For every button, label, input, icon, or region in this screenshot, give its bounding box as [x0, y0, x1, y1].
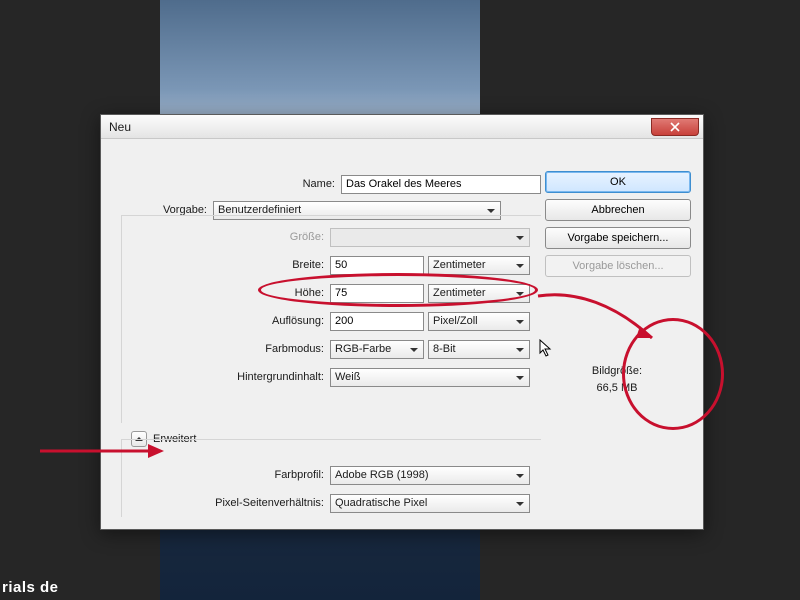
name-input[interactable]: [341, 175, 541, 194]
width-unit-select[interactable]: Zentimeter: [428, 256, 530, 275]
cursor-icon: [539, 339, 553, 362]
colormode-value: RGB-Farbe: [335, 343, 391, 355]
resolution-input[interactable]: [330, 312, 424, 331]
image-size-label: Bildgröße:: [567, 363, 667, 380]
image-size-value: 66,5 MB: [567, 380, 667, 397]
delete-preset-button: Vorgabe löschen...: [545, 255, 691, 277]
profile-value: Adobe RGB (1998): [335, 469, 429, 481]
background-select[interactable]: Weiß: [330, 368, 530, 387]
name-label: Name:: [113, 178, 341, 190]
background-label: Hintergrundinhalt:: [122, 371, 330, 383]
aspect-value: Quadratische Pixel: [335, 497, 427, 509]
colormode-select[interactable]: RGB-Farbe: [330, 340, 424, 359]
size-select: [330, 228, 530, 247]
aspect-select[interactable]: Quadratische Pixel: [330, 494, 530, 513]
height-unit-select[interactable]: Zentimeter: [428, 284, 530, 303]
new-document-dialog: Neu Name: Vorgabe: Benutzerdefiniert OK …: [100, 114, 704, 530]
dialog-title: Neu: [109, 120, 131, 134]
profile-select[interactable]: Adobe RGB (1998): [330, 466, 530, 485]
watermark-text: rials de: [2, 579, 59, 596]
colordepth-select[interactable]: 8-Bit: [428, 340, 530, 359]
width-input[interactable]: [330, 256, 424, 275]
background-value: Weiß: [335, 371, 360, 383]
height-label: Höhe:: [122, 287, 330, 299]
titlebar[interactable]: Neu: [101, 115, 703, 139]
width-label: Breite:: [122, 259, 330, 271]
size-label: Größe:: [122, 231, 330, 243]
aspect-label: Pixel-Seitenverhältnis:: [122, 497, 330, 509]
close-button[interactable]: [651, 118, 699, 136]
close-icon: [670, 122, 680, 132]
ok-button[interactable]: OK: [545, 171, 691, 193]
resolution-unit-select[interactable]: Pixel/Zoll: [428, 312, 530, 331]
image-size-readout: Bildgröße: 66,5 MB: [567, 363, 667, 396]
colordepth-value: 8-Bit: [433, 343, 456, 355]
save-preset-button[interactable]: Vorgabe speichern...: [545, 227, 691, 249]
colormode-label: Farbmodus:: [122, 343, 330, 355]
height-input[interactable]: [330, 284, 424, 303]
width-unit-value: Zentimeter: [433, 259, 486, 271]
profile-label: Farbprofil:: [122, 469, 330, 481]
resolution-label: Auflösung:: [122, 315, 330, 327]
cancel-button[interactable]: Abbrechen: [545, 199, 691, 221]
resolution-unit-value: Pixel/Zoll: [433, 315, 478, 327]
height-unit-value: Zentimeter: [433, 287, 486, 299]
